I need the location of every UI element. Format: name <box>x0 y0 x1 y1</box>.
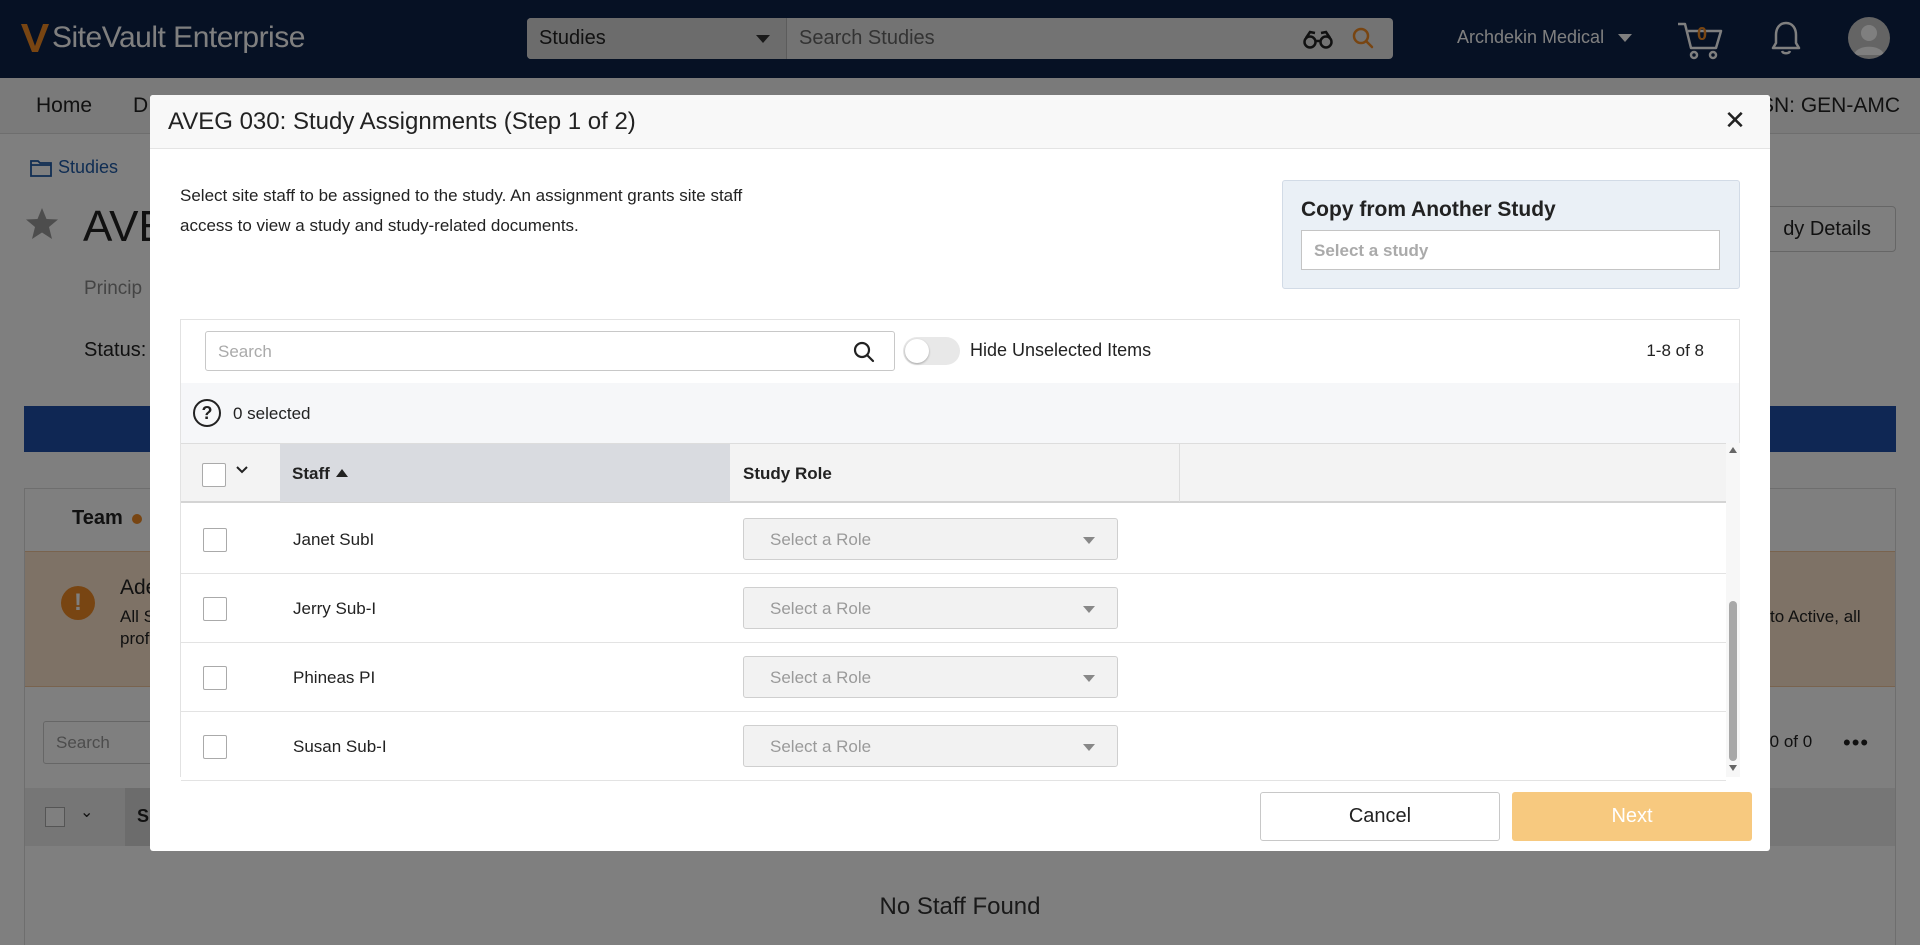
copy-from-study-title: Copy from Another Study <box>1301 198 1556 221</box>
selection-bar: ? 0 selected <box>181 383 1739 443</box>
help-icon[interactable]: ? <box>193 399 221 427</box>
chevron-down-icon <box>1083 675 1095 682</box>
row-checkbox[interactable] <box>203 666 227 690</box>
study-role-column-label: Study Role <box>743 464 832 483</box>
scroll-up-icon[interactable] <box>1729 447 1737 453</box>
intro-line-1: Select site staff to be assigned to the … <box>180 186 743 205</box>
study-assignments-modal: AVEG 030: Study Assignments (Step 1 of 2… <box>150 95 1770 851</box>
sort-ascending-icon <box>335 469 348 477</box>
study-role-select[interactable]: Select a Role <box>743 656 1118 698</box>
modal-header: AVEG 030: Study Assignments (Step 1 of 2… <box>150 95 1770 149</box>
hide-unselected-label: Hide Unselected Items <box>970 340 1152 360</box>
pagination-range: 1-8 of 8 <box>1646 341 1704 360</box>
cancel-button[interactable]: Cancel <box>1260 792 1500 841</box>
study-role-column-header[interactable]: Study Role <box>730 444 1180 502</box>
selected-count: 0 selected <box>233 404 311 423</box>
chevron-down-icon[interactable] <box>234 462 250 478</box>
toggle-knob <box>905 339 929 363</box>
staff-name: Susan Sub-I <box>293 737 387 756</box>
table-row: Phineas PI Select a Role <box>181 643 1726 712</box>
chevron-down-icon <box>1083 537 1095 544</box>
staff-name: Janet SubI <box>293 530 375 549</box>
staff-search-placeholder: Search <box>218 342 272 361</box>
row-checkbox[interactable] <box>203 528 227 552</box>
hide-unselected-toggle[interactable] <box>903 337 960 365</box>
study-role-select[interactable]: Select a Role <box>743 725 1118 767</box>
grid-scrollbar[interactable] <box>1726 443 1740 777</box>
study-role-select[interactable]: Select a Role <box>743 518 1118 560</box>
staff-column-header[interactable]: Staff <box>280 444 730 502</box>
copy-study-select[interactable]: Select a study <box>1301 230 1720 270</box>
copy-from-study-panel: Copy from Another Study Select a study <box>1282 180 1740 289</box>
study-role-select[interactable]: Select a Role <box>743 587 1118 629</box>
staff-name: Phineas PI <box>293 668 376 687</box>
close-icon[interactable]: ✕ <box>1722 107 1748 133</box>
scrollbar-thumb[interactable] <box>1729 601 1737 761</box>
next-button[interactable]: Next <box>1512 792 1752 841</box>
chevron-down-icon <box>1083 744 1095 751</box>
scroll-down-icon[interactable] <box>1729 765 1737 771</box>
study-role-placeholder: Select a Role <box>770 599 872 618</box>
table-row: Susan Sub-I Select a Role <box>181 712 1726 781</box>
study-role-placeholder: Select a Role <box>770 530 872 549</box>
staff-column-label: Staff <box>292 464 330 483</box>
table-row: Janet SubI Select a Role <box>181 505 1726 574</box>
modal-intro: Select site staff to be assigned to the … <box>180 181 820 241</box>
study-role-placeholder: Select a Role <box>770 737 872 756</box>
staff-search-input[interactable]: Search <box>205 331 895 371</box>
intro-line-2: access to view a study and study-related… <box>180 216 579 235</box>
select-all-checkbox[interactable] <box>202 463 226 487</box>
search-icon[interactable] <box>852 340 876 364</box>
chevron-down-icon <box>1083 606 1095 613</box>
modal-title: AVEG 030: Study Assignments (Step 1 of 2… <box>168 108 636 135</box>
grid-header-row: Staff Study Role <box>181 443 1726 503</box>
row-checkbox[interactable] <box>203 597 227 621</box>
staff-name: Jerry Sub-I <box>293 599 377 618</box>
staff-grid: Search Hide Unselected Items 1-8 of 8 ? … <box>180 319 1740 781</box>
study-role-placeholder: Select a Role <box>770 668 872 687</box>
table-row: Jerry Sub-I Select a Role <box>181 574 1726 643</box>
row-checkbox[interactable] <box>203 735 227 759</box>
